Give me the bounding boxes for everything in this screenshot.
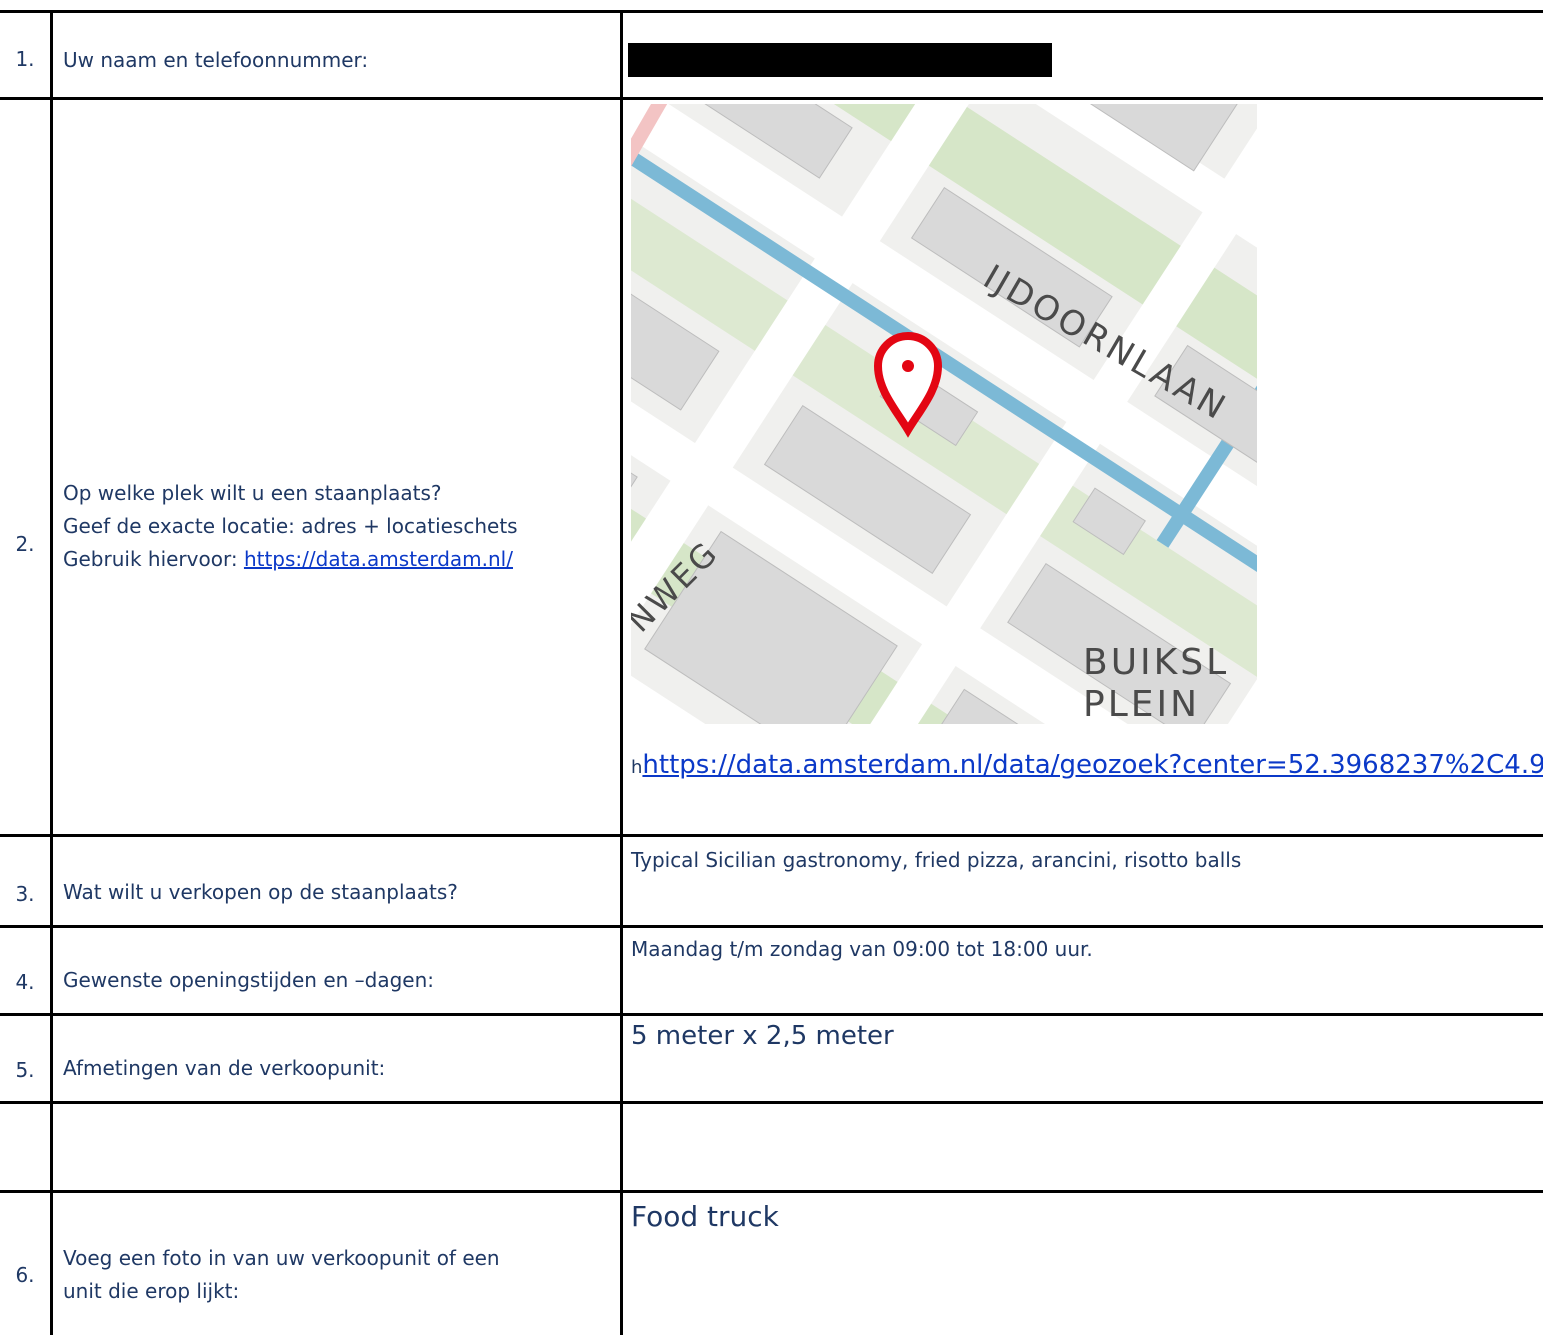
answer-text: 5 meter x 2,5 meter: [631, 1021, 894, 1051]
column-divider: [620, 10, 623, 1335]
question-label: Op welke plek wilt u een staanplaats? Ge…: [63, 477, 518, 576]
location-link-answer: hhttps://data.amsterdam.nl/data/geozoek?…: [631, 750, 1543, 780]
row-number: 1.: [15, 47, 35, 71]
question-label: Wat wilt u verkopen op de staanplaats?: [63, 880, 458, 904]
question-line: Geef de exacte locatie: adres + locaties…: [63, 514, 518, 538]
question-label: Gewenste openingstijden en –dagen:: [63, 968, 435, 992]
row-number: 5.: [15, 1058, 35, 1082]
row-divider: [0, 1190, 1543, 1193]
table-border-top: [0, 10, 1543, 13]
answer-text: Maandag t/m zondag van 09:00 tot 18:00 u…: [631, 937, 1093, 961]
question-label: Uw naam en telefoonnummer:: [63, 48, 369, 72]
row-number: 2.: [15, 532, 35, 556]
row-number: 3.: [15, 882, 35, 906]
map-street-label: BUIKSL: [1083, 642, 1229, 683]
row-divider: [0, 925, 1543, 928]
question-line: unit die erop lijkt:: [63, 1279, 240, 1303]
row-divider: [0, 97, 1543, 100]
question-line: Voeg een foto in van uw verkoopunit of e…: [63, 1246, 500, 1270]
answer-text: Food truck: [631, 1200, 779, 1233]
data-amsterdam-link[interactable]: https://data.amsterdam.nl/: [244, 547, 513, 571]
row-number: 4.: [15, 970, 35, 994]
geozoek-link[interactable]: https://data.amsterdam.nl/data/geozoek?c…: [642, 750, 1543, 780]
question-line: Gebruik hiervoor: https://data.amsterdam…: [63, 543, 518, 576]
row-divider: [0, 834, 1543, 837]
row-divider: [0, 1101, 1543, 1104]
answer-prefix: h: [631, 757, 643, 778]
question-label: Afmetingen van de verkoopunit:: [63, 1056, 386, 1080]
location-map[interactable]: IJDOORNLAAN NWEG BUIKSL PLEIN: [631, 104, 1257, 724]
question-line-text: Gebruik hiervoor:: [63, 547, 244, 571]
column-divider: [50, 10, 53, 1335]
row-number: 6.: [15, 1263, 35, 1287]
question-label: Voeg een foto in van uw verkoopunit of e…: [63, 1242, 500, 1308]
map-street-label: PLEIN: [1083, 684, 1200, 724]
application-form-table: 1. Uw naam en telefoonnummer: 2. Op welk…: [0, 0, 1543, 1335]
answer-text: Typical Sicilian gastronomy, fried pizza…: [631, 848, 1242, 872]
redacted-answer: [628, 43, 1052, 77]
question-line: Op welke plek wilt u een staanplaats?: [63, 481, 442, 505]
row-divider: [0, 1013, 1543, 1016]
